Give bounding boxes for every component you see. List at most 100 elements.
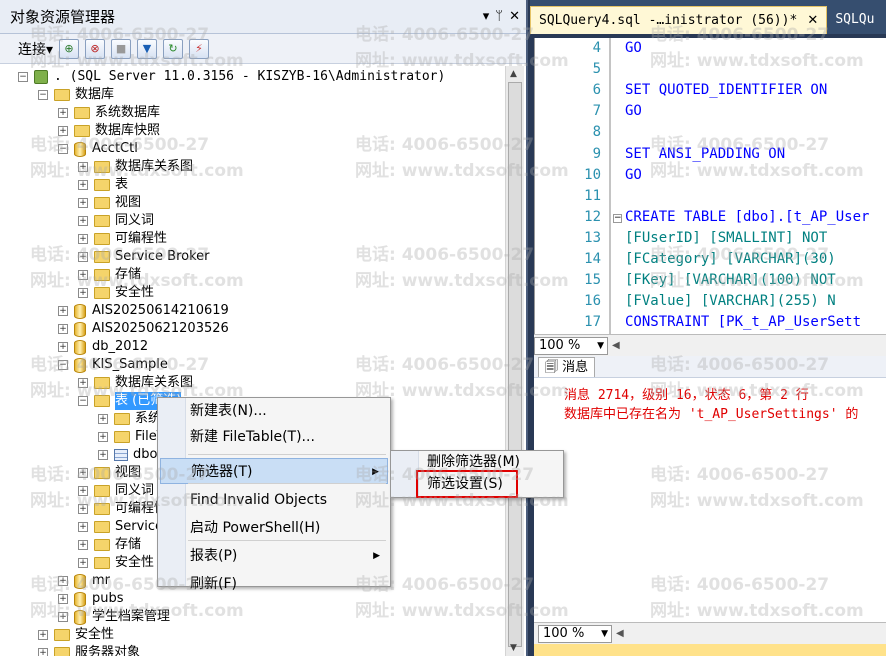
scroll-up-icon[interactable]: ▲ — [510, 69, 517, 79]
expand-icon[interactable]: + — [38, 648, 48, 656]
context-menu-item[interactable]: 报表(P) ▶ — [160, 543, 388, 569]
tree-node[interactable]: + AIS20250621203526 — [58, 320, 229, 338]
collapse-icon[interactable]: − — [18, 72, 28, 82]
disconnect-icon[interactable]: ⊗ — [85, 38, 106, 59]
context-menu-item[interactable]: 新建 FileTable(T)... — [160, 424, 388, 450]
tree-node[interactable]: + 数据库关系图 — [78, 374, 193, 392]
expand-icon[interactable]: + — [78, 486, 88, 496]
tree-node[interactable]: − . (SQL Server 11.0.3156 - KISZYB-16\Adm… — [18, 68, 445, 86]
pin-icon[interactable]: ᛘ — [495, 9, 503, 24]
line-number: 5 — [592, 61, 601, 78]
tree-node[interactable]: + db_2012 — [58, 338, 148, 356]
expand-icon[interactable]: + — [98, 432, 108, 442]
scroll-left-icon[interactable]: ◀ — [616, 628, 624, 639]
context-menu-item[interactable]: 启动 PowerShell(H) — [160, 515, 388, 541]
expand-icon[interactable]: + — [78, 234, 88, 244]
tree-node[interactable]: + 视图 — [78, 464, 141, 482]
expand-icon[interactable]: + — [78, 468, 88, 478]
tree-node-label: 安全性 — [115, 285, 155, 300]
tree-node[interactable]: + 视图 — [78, 194, 141, 212]
expand-icon[interactable]: + — [78, 270, 88, 280]
tree-node[interactable]: + 可编程性 — [78, 230, 167, 248]
fold-icon[interactable]: − — [613, 214, 622, 223]
refresh-icon[interactable]: ↻ — [163, 38, 184, 59]
collapse-icon[interactable]: − — [38, 90, 48, 100]
tree-node[interactable]: + 服务器对象 — [38, 644, 140, 656]
tree-node[interactable]: + mr — [58, 572, 110, 590]
tree-node[interactable]: + 安全性 — [78, 284, 154, 302]
tree-node[interactable]: + 同义词 — [78, 212, 154, 230]
sql-editor[interactable]: 4 5 6 7 8 9 10 11 12 13 14 15 16 17 GO SET QUOTED_IDEN… — [534, 38, 886, 334]
expand-icon[interactable]: + — [78, 522, 88, 532]
line-number: 11 — [584, 187, 601, 204]
connect-button[interactable]: 连接▾ — [18, 39, 53, 59]
scroll-left-icon[interactable]: ◀ — [612, 340, 620, 351]
expand-icon[interactable]: + — [78, 180, 88, 190]
tree-node[interactable]: + 安全性 — [78, 554, 154, 572]
vertical-scrollbar[interactable]: ▲ ▼ — [505, 66, 524, 656]
tree-node[interactable]: − KIS_Sample — [58, 356, 168, 374]
expand-icon[interactable]: + — [58, 306, 68, 316]
activity-icon[interactable]: ⚡ — [189, 38, 210, 59]
connect-icon[interactable]: ⊕ — [59, 38, 80, 59]
tree-node-label: 系统数据库 — [95, 105, 161, 120]
expand-icon[interactable]: + — [98, 450, 108, 460]
results-zoom-select[interactable]: 100 % ▼ — [538, 624, 612, 643]
tree-node[interactable]: + 数据库关系图 — [78, 158, 193, 176]
expand-icon[interactable]: + — [58, 324, 68, 334]
tab-close-icon[interactable]: ✕ — [807, 13, 818, 28]
context-menu-item[interactable]: 筛选器(T) ▶ — [160, 458, 388, 484]
scroll-down-icon[interactable]: ▼ — [510, 643, 517, 653]
expand-icon[interactable]: + — [98, 414, 108, 424]
context-menu-item[interactable]: 新建表(N)... — [160, 398, 388, 424]
expand-icon[interactable]: + — [78, 216, 88, 226]
expand-icon[interactable]: + — [58, 612, 68, 622]
tree-node[interactable]: + 表 — [78, 176, 128, 194]
dropdown-icon[interactable]: ▾ — [483, 9, 490, 24]
filter-icon[interactable]: ▼ — [137, 38, 158, 59]
expand-icon[interactable]: + — [58, 342, 68, 352]
tab-sqlquery4[interactable]: SQLQuery4.sql -…inistrator (56))* ✕ — [530, 6, 828, 34]
expand-icon[interactable]: + — [58, 126, 68, 136]
expand-icon[interactable]: + — [58, 594, 68, 604]
tree-node[interactable]: + 学生档案管理 — [58, 608, 170, 626]
tree-node[interactable]: − AcctCtl — [58, 140, 138, 158]
expand-icon[interactable]: + — [78, 252, 88, 262]
stop-icon[interactable]: ■ — [111, 38, 132, 59]
tree-node[interactable]: + 可编程性 — [78, 500, 167, 518]
editor-zoom-select[interactable]: 100 % ▼ — [534, 336, 608, 355]
scrollbar-thumb[interactable] — [508, 82, 522, 647]
code-line: [FKey] [VARCHAR](100) NOT — [625, 272, 836, 289]
collapse-icon[interactable]: − — [58, 360, 68, 370]
tab-sqlquery-other[interactable]: SQLQu — [827, 6, 882, 34]
collapse-icon[interactable]: − — [58, 144, 68, 154]
close-icon[interactable]: ✕ — [509, 9, 520, 24]
tree-node[interactable]: + Service Broker — [78, 248, 210, 266]
context-menu-item[interactable]: 刷新(F) — [160, 571, 388, 597]
expand-icon[interactable]: + — [58, 576, 68, 586]
expand-icon[interactable]: + — [78, 378, 88, 388]
tree-node[interactable]: + 同义词 — [78, 482, 154, 500]
tree-node[interactable]: + AIS20250614210619 — [58, 302, 229, 320]
expand-icon[interactable]: + — [78, 558, 88, 568]
tree-node[interactable]: + 系统数据库 — [58, 104, 160, 122]
collapse-icon[interactable]: − — [78, 396, 88, 406]
line-number: 17 — [584, 314, 601, 331]
tree-node[interactable]: + 安全性 — [38, 626, 114, 644]
expand-icon[interactable]: + — [78, 288, 88, 298]
expand-icon[interactable]: + — [58, 108, 68, 118]
tree-node[interactable]: + 存储 — [78, 536, 141, 554]
tab-messages[interactable]: 🗐 消息 — [538, 357, 596, 377]
context-menu-item[interactable]: Find Invalid Objects — [160, 487, 388, 513]
editor-zoom-bar: 100 % ▼ ◀ — [534, 334, 886, 356]
tree-node[interactable]: + pubs — [58, 590, 124, 608]
expand-icon[interactable]: + — [78, 504, 88, 514]
tree-node[interactable]: + 存储 — [78, 266, 141, 284]
expand-icon[interactable]: + — [78, 162, 88, 172]
tree-node[interactable]: + 数据库快照 — [58, 122, 160, 140]
tree-node[interactable]: − 数据库 — [38, 86, 114, 104]
expand-icon[interactable]: + — [38, 630, 48, 640]
expand-icon[interactable]: + — [78, 198, 88, 208]
tree-node-label: pubs — [92, 591, 124, 606]
expand-icon[interactable]: + — [78, 540, 88, 550]
